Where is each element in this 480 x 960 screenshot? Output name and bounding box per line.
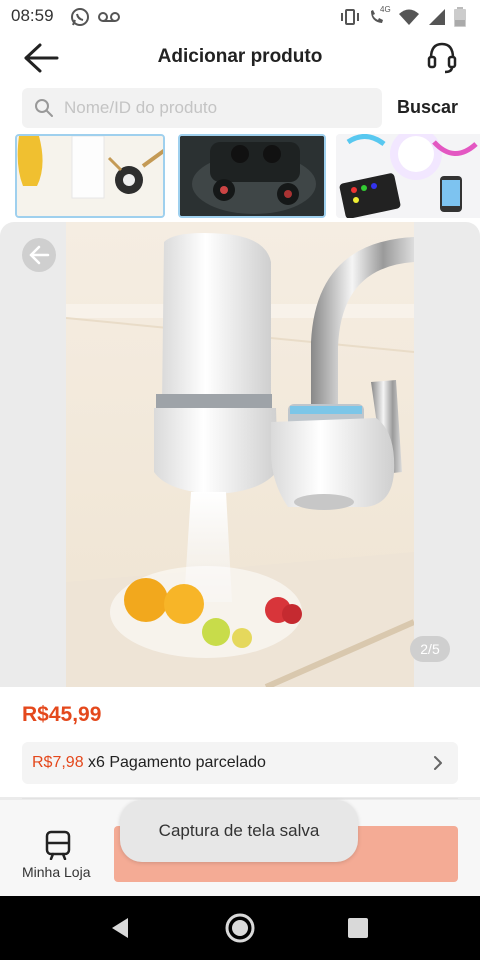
search-icon bbox=[35, 99, 53, 117]
page-title: Adicionar produto bbox=[157, 46, 323, 67]
faucet-water-filter-image bbox=[66, 222, 414, 687]
network-label: 4G bbox=[380, 5, 391, 14]
vibrate-icon bbox=[341, 9, 359, 25]
product-info: R$45,99 R$7,98 x6 Pagamento parcelado bbox=[0, 687, 480, 797]
status-right-icons: 4G bbox=[340, 5, 466, 27]
thumbnail-led-bulb[interactable] bbox=[336, 134, 480, 218]
nav-back-icon[interactable] bbox=[110, 916, 130, 940]
led-bulb-product-image bbox=[336, 134, 480, 218]
wifi-icon bbox=[399, 9, 419, 25]
nav-home-icon[interactable] bbox=[224, 912, 256, 944]
whatsapp-icon bbox=[71, 8, 89, 26]
status-time: 08:59 bbox=[11, 6, 54, 25]
signal-icon bbox=[429, 9, 445, 25]
product-image[interactable] bbox=[66, 222, 414, 687]
divider bbox=[22, 798, 458, 799]
search-box[interactable] bbox=[22, 88, 382, 128]
voicemail-icon bbox=[98, 12, 120, 22]
headset-icon bbox=[427, 42, 457, 74]
image-page-indicator: 2/5 bbox=[410, 636, 450, 662]
chevron-right-icon bbox=[434, 756, 442, 770]
installment-text: x6 Pagamento parcelado bbox=[88, 754, 266, 771]
toast-text: Captura de tela salva bbox=[158, 821, 320, 840]
arrow-left-icon bbox=[29, 245, 50, 265]
search-input[interactable] bbox=[64, 88, 374, 128]
system-nav-bar bbox=[0, 896, 480, 960]
installment-row[interactable]: R$7,98 x6 Pagamento parcelado bbox=[22, 742, 458, 784]
header: Adicionar produto bbox=[0, 34, 480, 82]
earbuds-product-image bbox=[180, 136, 324, 216]
support-button[interactable] bbox=[426, 40, 458, 74]
toast: Captura de tela salva bbox=[120, 800, 358, 862]
store-icon[interactable] bbox=[44, 830, 72, 860]
battery-icon bbox=[454, 7, 466, 27]
4g-call-icon: 4G bbox=[368, 5, 391, 26]
product-price: R$45,99 bbox=[22, 703, 102, 726]
nav-recent-apps-icon[interactable] bbox=[348, 918, 368, 938]
image-back-button[interactable] bbox=[22, 238, 56, 272]
thumbnail-strip[interactable] bbox=[0, 134, 480, 220]
status-bar: 08:59 4G bbox=[0, 0, 480, 34]
lamp-product-image bbox=[17, 136, 163, 216]
search-button[interactable]: Buscar bbox=[397, 97, 458, 118]
my-store-label[interactable]: Minha Loja bbox=[22, 864, 91, 880]
thumbnail-earbuds[interactable] bbox=[178, 134, 326, 218]
thumbnail-lamp[interactable] bbox=[15, 134, 165, 218]
status-left-icons bbox=[70, 7, 120, 27]
installment-price: R$7,98 bbox=[32, 754, 84, 771]
